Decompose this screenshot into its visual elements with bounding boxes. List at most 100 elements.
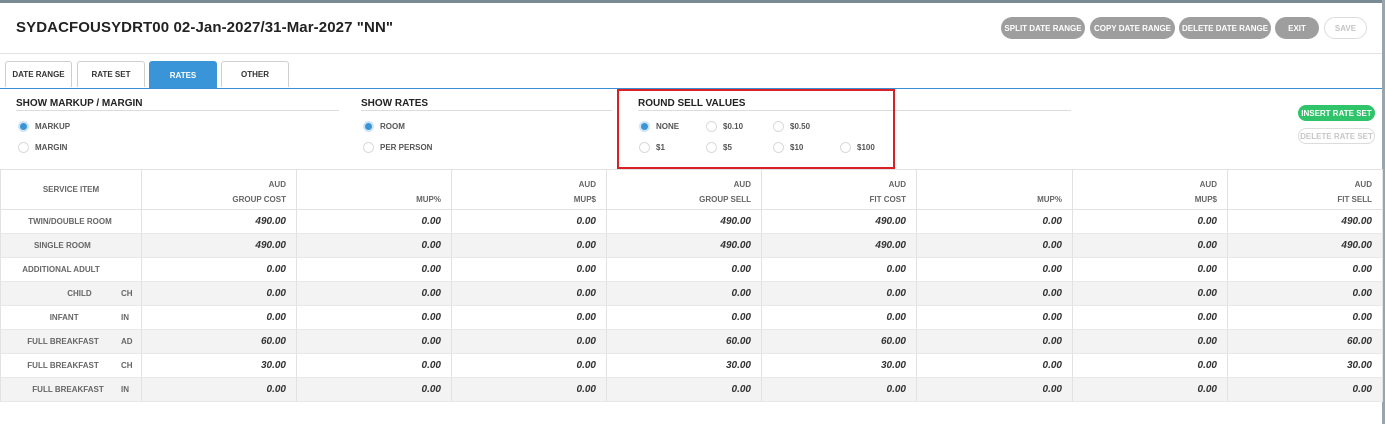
table-row[interactable]: FULL BREAKFAST CH 30.00 0.00 0.00 30.00 30.00 0…	[0, 353, 1383, 378]
rate-cell[interactable]: 490.00	[606, 209, 762, 234]
table-row[interactable]: FULL BREAKFAST IN 0.00 0.00 0.00 0.00 0.00 0.00…	[0, 377, 1383, 402]
page-title: SYDACFOUSYDRT00 02-Jan-2027/31-Mar-2027 …	[16, 19, 394, 36]
service-item-name: SINGLE ROOM	[33, 241, 91, 250]
rate-cell[interactable]: 490.00	[1227, 233, 1383, 258]
insert-rate-set-button[interactable]: INSERT RATE SET	[1298, 105, 1375, 121]
rate-cell[interactable]: 0.00	[296, 305, 452, 330]
rate-cell[interactable]: 0.00	[916, 257, 1073, 282]
rate-cell[interactable]: 490.00	[141, 233, 297, 258]
rate-cell[interactable]: 60.00	[141, 329, 297, 354]
radio-markup[interactable]: MARKUP	[18, 121, 70, 132]
service-item-cell: FULL BREAKFAST AD	[0, 329, 142, 354]
rate-cell[interactable]: 0.00	[296, 257, 452, 282]
dialog-header: SYDACFOUSYDRT00 02-Jan-2027/31-Mar-2027 …	[0, 3, 1382, 54]
rate-cell[interactable]: 0.00	[141, 377, 297, 402]
rate-cell[interactable]: 0.00	[606, 257, 762, 282]
rate-cell[interactable]: 0.00	[916, 353, 1073, 378]
rate-cell[interactable]: 0.00	[451, 281, 607, 306]
table-row[interactable]: TWIN/DOUBLE ROOM 490.00 0.00 0.00 490.00 490.…	[0, 209, 1383, 234]
rate-cell[interactable]: 0.00	[451, 209, 607, 234]
service-item-cell: INFANT IN	[0, 305, 142, 330]
rate-cell[interactable]: 0.00	[451, 233, 607, 258]
rate-cell[interactable]: 0.00	[451, 329, 607, 354]
rate-cell[interactable]: 0.00	[1072, 329, 1228, 354]
rate-cell[interactable]: 0.00	[296, 329, 452, 354]
tab-date-range[interactable]: DATE RANGE	[5, 61, 72, 87]
rate-cell[interactable]: 0.00	[761, 281, 917, 306]
rate-cell[interactable]: 0.00	[606, 305, 762, 330]
radio-margin[interactable]: MARGIN	[18, 142, 67, 153]
rate-cell[interactable]: 0.00	[1072, 209, 1228, 234]
rate-cell[interactable]: 60.00	[1227, 329, 1383, 354]
rate-cell[interactable]: 0.00	[1072, 233, 1228, 258]
rate-cell[interactable]: 0.00	[916, 305, 1073, 330]
radio-unselected-icon	[18, 142, 29, 153]
rate-cell[interactable]: 0.00	[1072, 377, 1228, 402]
rate-cell[interactable]: 0.00	[451, 377, 607, 402]
rate-cell[interactable]: 0.00	[296, 377, 452, 402]
rate-cell[interactable]: 0.00	[761, 377, 917, 402]
highlight-box	[617, 89, 895, 169]
rate-cell[interactable]: 0.00	[1072, 353, 1228, 378]
delete-rate-set-button[interactable]: DELETE RATE SET	[1298, 128, 1375, 144]
rate-cell[interactable]: 0.00	[296, 209, 452, 234]
rate-cell[interactable]: 60.00	[606, 329, 762, 354]
rate-cell[interactable]: 0.00	[451, 257, 607, 282]
rate-cell[interactable]: 0.00	[1072, 281, 1228, 306]
radio-room[interactable]: ROOM	[363, 121, 405, 132]
tab-other[interactable]: OTHER	[221, 61, 289, 87]
rate-cell[interactable]: 0.00	[1227, 281, 1383, 306]
rate-cell[interactable]: 30.00	[761, 353, 917, 378]
column-header: AUD MUP$	[1072, 169, 1228, 210]
rate-cell[interactable]: 0.00	[141, 305, 297, 330]
rate-cell[interactable]: 0.00	[296, 233, 452, 258]
rate-cell[interactable]: 0.00	[916, 281, 1073, 306]
rate-cell[interactable]: 490.00	[1227, 209, 1383, 234]
service-item-name: FULL BREAKFAST	[32, 385, 104, 394]
column-header-label: FIT SELL	[1337, 195, 1372, 204]
copy-date-range-button[interactable]: COPY DATE RANGE	[1090, 17, 1175, 39]
rate-cell[interactable]: 490.00	[606, 233, 762, 258]
rate-cell[interactable]: 0.00	[916, 329, 1073, 354]
rate-cell[interactable]: 0.00	[141, 257, 297, 282]
rate-cell[interactable]: 60.00	[761, 329, 917, 354]
rate-cell[interactable]: 490.00	[761, 209, 917, 234]
service-item-cell: ADDITIONAL ADULT	[0, 257, 142, 282]
table-row[interactable]: CHILD CH 0.00 0.00 0.00 0.00 0.00 0.00 0.00 0.00	[0, 281, 1383, 306]
rate-cell[interactable]: 490.00	[141, 209, 297, 234]
table-row[interactable]: ADDITIONAL ADULT 0.00 0.00 0.00 0.00 0.00 0.00…	[0, 257, 1383, 282]
rate-cell[interactable]: 0.00	[1072, 257, 1228, 282]
table-row[interactable]: FULL BREAKFAST AD 60.00 0.00 0.00 60.00 60.00 0…	[0, 329, 1383, 354]
rate-cell[interactable]: 30.00	[606, 353, 762, 378]
rate-cell[interactable]: 0.00	[451, 353, 607, 378]
radio-selected-icon	[363, 121, 374, 132]
rate-cell[interactable]: 0.00	[916, 377, 1073, 402]
exit-button[interactable]: EXIT	[1275, 17, 1319, 39]
rate-cell[interactable]: 0.00	[606, 377, 762, 402]
table-row[interactable]: INFANT IN 0.00 0.00 0.00 0.00 0.00 0.00 0.00 0.00	[0, 305, 1383, 330]
rate-cell[interactable]: 0.00	[451, 305, 607, 330]
rate-cell[interactable]: 0.00	[916, 233, 1073, 258]
rate-cell[interactable]: 30.00	[1227, 353, 1383, 378]
tab-rates[interactable]: RATES	[149, 61, 217, 88]
radio-selected-icon	[18, 121, 29, 132]
rate-cell[interactable]: 0.00	[1072, 305, 1228, 330]
save-button[interactable]: SAVE	[1324, 17, 1367, 39]
rate-cell[interactable]: 0.00	[761, 305, 917, 330]
radio-per-person[interactable]: PER PERSON	[363, 142, 432, 153]
rate-cell[interactable]: 30.00	[141, 353, 297, 378]
rate-cell[interactable]: 0.00	[761, 257, 917, 282]
rate-cell[interactable]: 0.00	[141, 281, 297, 306]
rate-cell[interactable]: 0.00	[1227, 377, 1383, 402]
split-date-range-button[interactable]: SPLIT DATE RANGE	[1001, 17, 1085, 39]
rate-cell[interactable]: 0.00	[296, 281, 452, 306]
rate-cell[interactable]: 490.00	[761, 233, 917, 258]
rate-cell[interactable]: 0.00	[606, 281, 762, 306]
rate-cell[interactable]: 0.00	[916, 209, 1073, 234]
rate-cell[interactable]: 0.00	[1227, 305, 1383, 330]
delete-date-range-button[interactable]: DELETE DATE RANGE	[1179, 17, 1271, 39]
rate-cell[interactable]: 0.00	[1227, 257, 1383, 282]
table-row[interactable]: SINGLE ROOM 490.00 0.00 0.00 490.00 490.00 0.0…	[0, 233, 1383, 258]
tab-rate-set[interactable]: RATE SET	[77, 61, 145, 87]
rate-cell[interactable]: 0.00	[296, 353, 452, 378]
